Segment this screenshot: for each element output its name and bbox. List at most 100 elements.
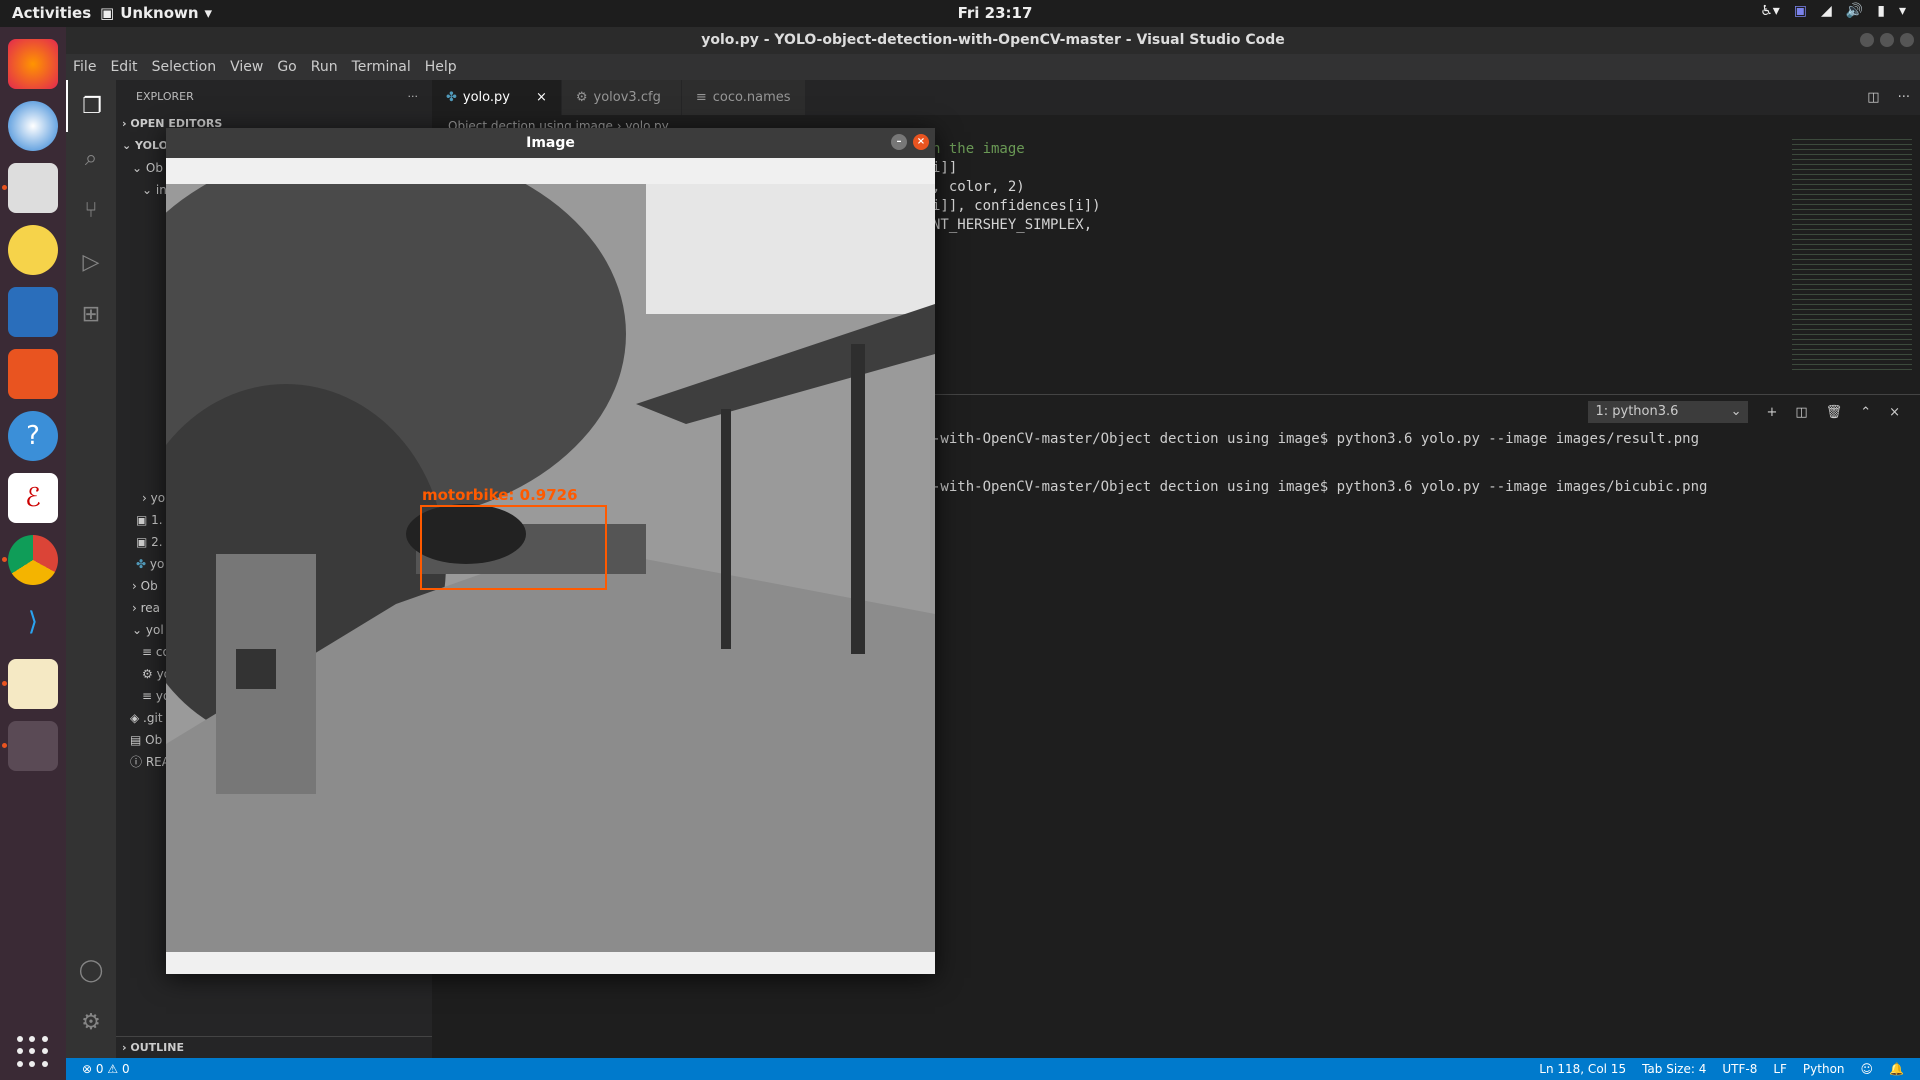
error-icon: ⊗ <box>82 1062 93 1076</box>
writer-icon[interactable] <box>8 287 58 337</box>
encoding[interactable]: UTF-8 <box>1722 1058 1757 1080</box>
more-actions-icon[interactable]: ··· <box>408 80 419 113</box>
tab-label: yolo.py <box>462 90 510 105</box>
list-icon: ≡ <box>695 90 707 105</box>
tab-coco-names[interactable]: ≡ coco.names <box>681 80 806 115</box>
search-icon[interactable]: ⌕ <box>66 132 116 184</box>
pdf-viewer-icon[interactable]: ℰ <box>8 473 58 523</box>
bell-icon[interactable]: 🔔 <box>1889 1058 1904 1080</box>
maximize-button[interactable] <box>1880 33 1894 47</box>
volume-icon: 🔊 <box>1845 3 1864 19</box>
tab-label: coco.names <box>712 90 791 105</box>
window-title: yolo.py - YOLO-object-detection-with-Ope… <box>66 27 1920 54</box>
new-terminal-icon[interactable]: + <box>1766 405 1777 420</box>
more-actions-icon[interactable]: ··· <box>1898 80 1910 115</box>
thunderbird-icon[interactable] <box>8 101 58 151</box>
tab-yolov3-cfg[interactable]: ⚙ yolov3.cfg <box>561 80 682 115</box>
explorer-icon[interactable]: ❐ <box>66 80 116 132</box>
system-tray[interactable]: ♿▾ ▣ ◢ 🔊 ▮ ▾ <box>1760 3 1906 19</box>
explorer-title: EXPLORER <box>136 90 194 103</box>
menu-edit[interactable]: Edit <box>103 59 144 75</box>
minimize-button[interactable]: – <box>891 134 907 150</box>
terminal-selector[interactable]: 1: python3.6 ⌄ <box>1588 401 1749 423</box>
close-button[interactable]: × <box>913 134 929 150</box>
menu-go[interactable]: Go <box>270 59 303 75</box>
text-editor-icon[interactable] <box>2 659 58 709</box>
minimize-button[interactable] <box>1860 33 1874 47</box>
chevron-down-icon: ⌄ <box>1730 404 1742 419</box>
tree-item-label: .git <box>143 711 163 725</box>
code-line: i]] <box>932 160 958 176</box>
error-count: 0 <box>95 1062 104 1076</box>
menu-run[interactable]: Run <box>304 59 345 75</box>
editor-tabs: ✤ yolo.py × ⚙ yolov3.cfg ≡ coco.names ◫ ··· <box>432 80 1920 115</box>
rhythmbox-icon[interactable] <box>8 225 58 275</box>
warning-count: 0 <box>121 1062 130 1076</box>
software-center-icon[interactable] <box>8 349 58 399</box>
close-icon[interactable]: × <box>536 80 547 115</box>
accessibility-icon[interactable]: ♿▾ <box>1760 3 1780 19</box>
tree-item-label: Ob <box>140 579 158 593</box>
close-panel-icon[interactable]: × <box>1889 405 1900 420</box>
run-debug-icon[interactable]: ▷ <box>66 236 116 288</box>
minimap[interactable] <box>1792 137 1912 372</box>
firefox-icon[interactable] <box>8 39 58 89</box>
scene-drawing <box>166 184 935 952</box>
teams-icon[interactable]: ▣ <box>1794 3 1807 19</box>
outline-section[interactable]: › OUTLINE <box>116 1036 432 1058</box>
tree-item-label: 1. <box>151 513 163 527</box>
wifi-icon: ◢ <box>1821 3 1832 19</box>
image-viewer-icon[interactable] <box>2 721 58 771</box>
split-terminal-icon[interactable]: ◫ <box>1795 405 1807 420</box>
tab-label: yolov3.cfg <box>593 90 661 105</box>
tree-item-label: 2. <box>151 535 163 549</box>
dock: ? ℰ ⟩ <box>0 27 66 1080</box>
tab-size[interactable]: Tab Size: 4 <box>1642 1058 1706 1080</box>
menu-selection[interactable]: Selection <box>145 59 224 75</box>
menu-help[interactable]: Help <box>418 59 464 75</box>
code-line: NT_HERSHEY_SIMPLEX, <box>932 217 1093 233</box>
code-line: n the image <box>932 141 1025 157</box>
outline-label: OUTLINE <box>130 1041 184 1054</box>
vscode-icon[interactable]: ⟩ <box>8 597 58 647</box>
detection-label: motorbike: 0.9726 <box>422 486 578 504</box>
gear-icon: ⚙ <box>575 90 588 105</box>
menu-file[interactable]: File <box>66 59 103 75</box>
language-mode[interactable]: Python <box>1803 1058 1845 1080</box>
code-line: i]], confidences[i]) <box>932 198 1101 214</box>
top-bar: Activities ▣ Unknown ▾ Fri 23:17 ♿▾ ▣ ◢ … <box>0 0 1920 27</box>
tree-item-label: yo <box>150 491 166 505</box>
split-editor-icon[interactable]: ◫ <box>1867 80 1879 115</box>
python-icon: ✤ <box>446 90 457 105</box>
help-icon[interactable]: ? <box>8 411 58 461</box>
battery-icon: ▮ <box>1877 3 1885 19</box>
trash-icon[interactable]: 🗑 <box>1826 405 1843 420</box>
account-icon[interactable]: ◯ <box>66 944 116 996</box>
warning-icon: ⚠ <box>107 1062 119 1076</box>
source-control-icon[interactable]: ⑂ <box>66 184 116 236</box>
files-icon[interactable] <box>2 163 58 213</box>
feedback-icon[interactable]: ☺ <box>1861 1058 1874 1080</box>
terminal-line: -with-OpenCV-master/Object dection using… <box>932 431 1700 447</box>
window-title-text: yolo.py - YOLO-object-detection-with-Ope… <box>701 32 1285 48</box>
detection-image: motorbike: 0.9726 <box>166 184 935 952</box>
tree-item-label: rea <box>140 601 161 615</box>
show-apps-icon[interactable] <box>17 1036 49 1068</box>
close-button[interactable] <box>1900 33 1914 47</box>
menu-view[interactable]: View <box>223 59 270 75</box>
image-window-titlebar[interactable]: Image – × <box>166 128 935 158</box>
cursor-position[interactable]: Ln 118, Col 15 <box>1539 1058 1626 1080</box>
maximize-panel-icon[interactable]: ⌃ <box>1860 405 1871 420</box>
extensions-icon[interactable]: ⊞ <box>66 288 116 340</box>
activity-bar: ❐ ⌕ ⑂ ▷ ⊞ ◯ ⚙ <box>66 80 116 1058</box>
chrome-icon[interactable] <box>2 535 58 585</box>
image-window[interactable]: Image – × motorbike: 0.9726 <box>166 128 935 974</box>
problems-indicator[interactable]: ⊗ 0 ⚠ 0 <box>82 1058 130 1080</box>
settings-gear-icon[interactable]: ⚙ <box>66 996 116 1048</box>
line-ending[interactable]: LF <box>1773 1058 1787 1080</box>
tree-item-label: Ob <box>145 733 163 747</box>
tree-item-label: Ob <box>145 161 163 175</box>
menu-terminal[interactable]: Terminal <box>345 59 418 75</box>
clock[interactable]: Fri 23:17 <box>0 4 1920 22</box>
tab-yolo-py[interactable]: ✤ yolo.py × <box>432 80 562 115</box>
